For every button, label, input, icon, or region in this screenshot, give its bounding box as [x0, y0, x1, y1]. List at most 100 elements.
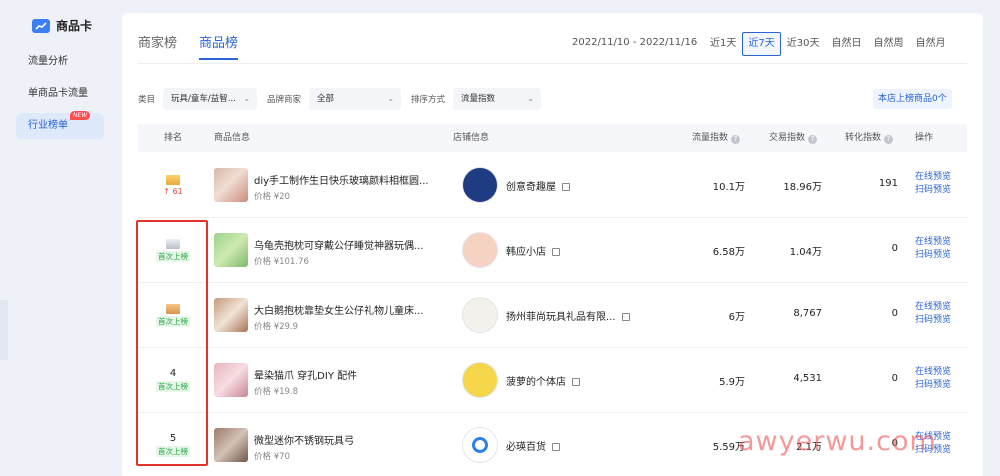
product-price: 价格 ¥29.9: [254, 322, 299, 332]
shop-name[interactable]: 创意奇趣屋: [506, 178, 570, 193]
period-30d-button[interactable]: 近30天: [781, 32, 826, 56]
shop-name[interactable]: 菠萝的个体店: [506, 373, 580, 388]
product-thumbnail[interactable]: [214, 168, 248, 202]
sidebar-item-product-card-traffic[interactable]: 单商品卡流量: [16, 81, 104, 107]
tab-divider: [138, 63, 967, 64]
shop-qr-icon[interactable]: [572, 378, 580, 386]
sidebar-item-industry-ranking[interactable]: 行业榜单 NEW: [16, 111, 104, 139]
action-cell: 在线预览 扫码预览: [915, 171, 951, 197]
product-thumbnail[interactable]: [214, 233, 248, 267]
shop-name[interactable]: 韩应小店: [506, 243, 560, 258]
product-price: 价格 ¥70: [254, 452, 290, 462]
preview-qr-link[interactable]: 扫码预览: [915, 314, 951, 327]
sidebar: 商品卡 流量分析 单商品卡流量 行业榜单 NEW: [0, 0, 122, 476]
tab-merchant-ranking[interactable]: 商家榜: [138, 32, 177, 60]
product-thumbnail[interactable]: [214, 298, 248, 332]
product-price: 价格 ¥101.76: [254, 257, 309, 267]
date-range[interactable]: 2022/11/10 - 2022/11/16: [572, 37, 697, 48]
shop-name-text: 韩应小店: [506, 247, 546, 258]
category-select[interactable]: 玩具/童车/益智... ⌄: [163, 88, 258, 110]
header-product: 商品信息: [214, 133, 251, 143]
conversion-index: 0: [891, 373, 898, 384]
conversion-index: 0: [891, 243, 898, 254]
chart-trend-icon: [32, 18, 50, 33]
main-card: 商家榜 商品榜 2022/11/10 - 2022/11/16 近1天 近7天 …: [122, 13, 983, 476]
preview-online-link[interactable]: 在线预览: [915, 366, 951, 379]
tab-bar: 商家榜 商品榜: [138, 32, 239, 60]
product-name[interactable]: 乌龟壳抱枕可穿戴公仔睡觉神器玩偶...: [254, 237, 424, 252]
conversion-index: 191: [878, 178, 898, 189]
product-name[interactable]: 微型迷你不锈钢玩具弓: [254, 432, 354, 447]
sort-select[interactable]: 流量指数 ⌄: [453, 88, 542, 110]
header-action: 操作: [915, 133, 934, 143]
period-7d-button[interactable]: 近7天: [742, 32, 781, 56]
period-natural-month-button[interactable]: 自然月: [909, 32, 951, 56]
shop-logo: [462, 232, 498, 268]
shop-qr-icon[interactable]: [562, 183, 570, 191]
sort-label: 排序方式: [411, 95, 446, 105]
highlight-annotation-box: [136, 220, 208, 466]
table-row: 首次上榜 乌龟壳抱枕可穿戴公仔睡觉神器玩偶... 价格 ¥101.76 韩应小店…: [138, 218, 967, 283]
store-rank-count-button[interactable]: 本店上榜商品0个: [873, 89, 952, 109]
shop-name[interactable]: 扬州菲尚玩具礼品有限...: [506, 308, 630, 323]
brand-select[interactable]: 全部 ⌄: [309, 88, 402, 110]
product-name[interactable]: diy手工制作生日快乐玻璃颜料相框圆...: [254, 172, 429, 187]
deal-index: 8,767: [793, 308, 822, 319]
period-selector: 近1天 近7天 近30天 自然日 自然周 自然月: [704, 32, 951, 56]
period-natural-day-button[interactable]: 自然日: [825, 32, 867, 56]
shop-qr-icon[interactable]: [552, 248, 560, 256]
preview-qr-link[interactable]: 扫码预览: [915, 379, 951, 392]
preview-qr-link[interactable]: 扫码预览: [915, 184, 951, 197]
conversion-index: 0: [891, 308, 898, 319]
flow-index: 6万: [728, 312, 745, 323]
header-conversion-index: 转化指数?: [845, 124, 894, 152]
flow-index: 10.1万: [712, 182, 745, 193]
category-value: 玩具/童车/益智...: [171, 94, 236, 104]
action-cell: 在线预览 扫码预览: [915, 366, 951, 392]
header-rank: 排名: [164, 133, 183, 143]
table-row: ↑ 61 diy手工制作生日快乐玻璃颜料相框圆... 价格 ¥20 创意奇趣屋 …: [138, 153, 967, 218]
product-thumbnail[interactable]: [214, 428, 248, 462]
sidebar-item-traffic-analysis[interactable]: 流量分析: [16, 49, 104, 75]
header-flow-label: 流量指数: [692, 133, 729, 143]
shop-logo: [462, 362, 498, 398]
sidebar-scroll-strip: [0, 300, 8, 360]
shop-logo-mark: [472, 437, 488, 453]
table-header: 排名 商品信息 店铺信息 流量指数? 交易指数? 转化指数? 操作: [138, 124, 967, 152]
shop-logo: [462, 297, 498, 333]
preview-online-link[interactable]: 在线预览: [915, 301, 951, 314]
help-icon[interactable]: ?: [731, 135, 741, 144]
product-price: 价格 ¥20: [254, 192, 290, 202]
flow-index: 5.9万: [719, 377, 745, 388]
preview-online-link[interactable]: 在线预览: [915, 236, 951, 249]
filter-bar: 类目 玩具/童车/益智... ⌄ 品牌商家 全部 ⌄ 排序方式 流量指数 ⌄: [138, 88, 551, 110]
table-row: 首次上榜 大白鹅抱枕靠垫女生公仔礼物儿童床... 价格 ¥29.9 扬州菲尚玩具…: [138, 283, 967, 348]
brand-label: 品牌商家: [267, 95, 302, 105]
deal-index: 4,531: [793, 373, 822, 384]
help-icon[interactable]: ?: [884, 135, 894, 144]
shop-qr-icon[interactable]: [621, 313, 630, 321]
period-1d-button[interactable]: 近1天: [704, 32, 742, 56]
table-row: 4 首次上榜 晕染猫爪 穿孔DIY 配件 价格 ¥19.8 菠萝的个体店 5.9…: [138, 348, 967, 413]
header-deal-label: 交易指数: [769, 133, 806, 143]
shop-qr-icon[interactable]: [552, 443, 560, 451]
header-conversion-label: 转化指数: [845, 133, 882, 143]
preview-online-link[interactable]: 在线预览: [915, 171, 951, 184]
tab-product-ranking[interactable]: 商品榜: [199, 32, 239, 60]
sidebar-item-label: 单商品卡流量: [28, 88, 88, 99]
product-name[interactable]: 晕染猫爪 穿孔DIY 配件: [254, 367, 357, 382]
action-cell: 在线预览 扫码预览: [915, 236, 951, 262]
sort-value: 流量指数: [461, 94, 496, 104]
product-thumbnail[interactable]: [214, 363, 248, 397]
new-badge: NEW: [70, 111, 91, 120]
shop-name-text: 必瑛百货: [506, 442, 546, 453]
shop-name-text: 扬州菲尚玩具礼品有限...: [506, 312, 616, 323]
rank-change: ↑ 61: [163, 186, 183, 196]
preview-qr-link[interactable]: 扫码预览: [915, 249, 951, 262]
period-natural-week-button[interactable]: 自然周: [867, 32, 909, 56]
header-flow-index: 流量指数?: [692, 124, 741, 152]
product-name[interactable]: 大白鹅抱枕靠垫女生公仔礼物儿童床...: [254, 302, 424, 317]
shop-name[interactable]: 必瑛百货: [506, 438, 560, 453]
help-icon[interactable]: ?: [808, 135, 818, 144]
sidebar-item-label: 流量分析: [28, 56, 68, 67]
